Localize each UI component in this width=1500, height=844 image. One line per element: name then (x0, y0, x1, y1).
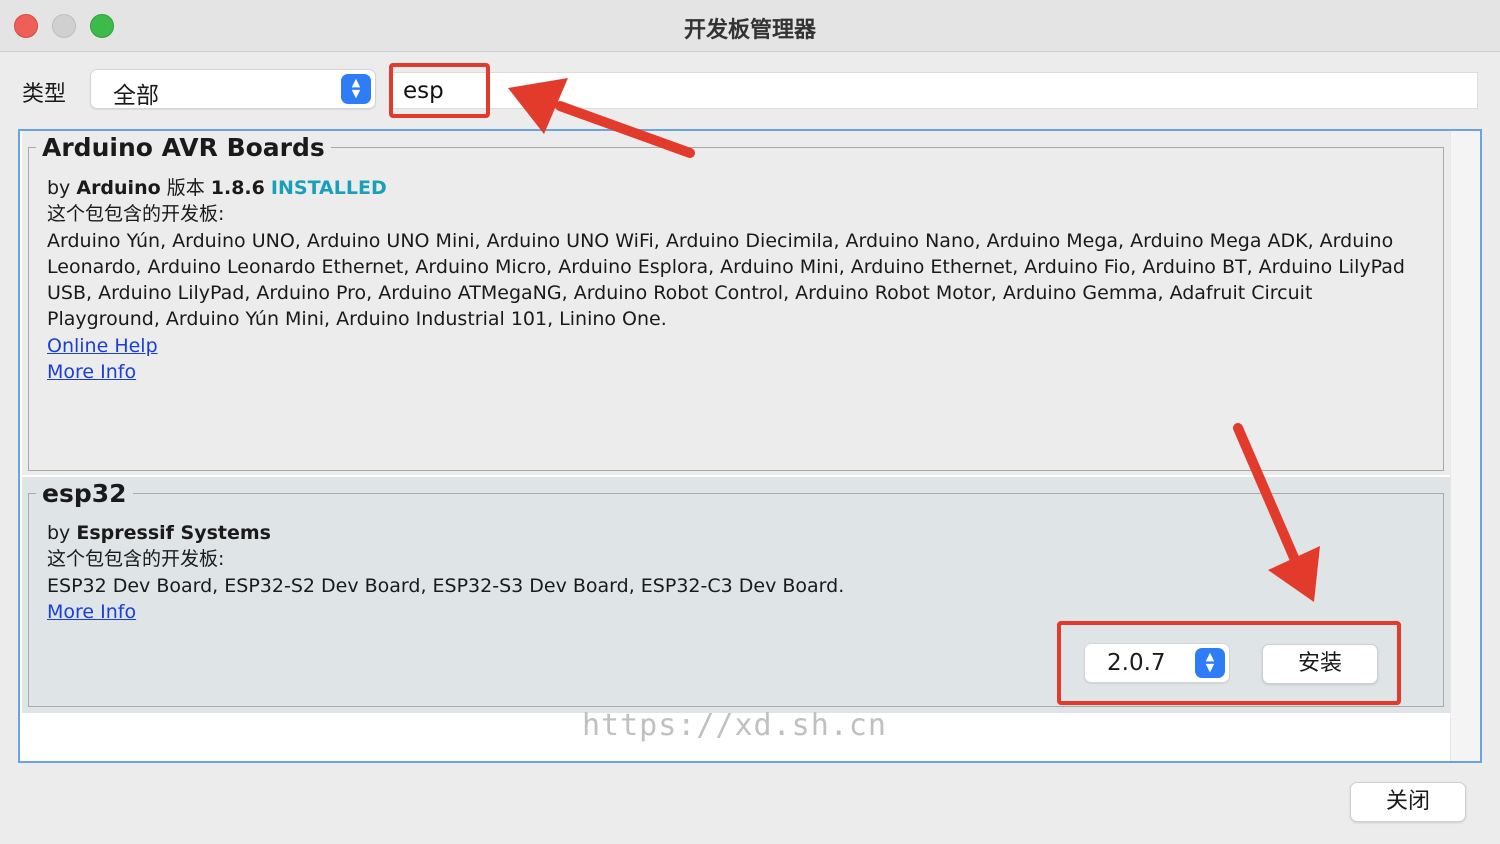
entry-version: 1.8.6 (210, 177, 265, 199)
type-select-value: 全部 (113, 83, 159, 109)
close-button[interactable]: 关闭 (1350, 782, 1466, 822)
watermark: https://xd.sh.cn (582, 708, 887, 743)
chevron-up-down-icon: ▲ ▼ (341, 74, 371, 104)
type-label: 类型 (22, 82, 67, 107)
entry-content-arduino-avr: by Arduino 版本 1.8.6 INSTALLED 这个包包含的开发板:… (47, 175, 1427, 385)
entry-title: Arduino AVR Boards (36, 131, 331, 165)
entry-content-esp32: by Espressif Systems 这个包包含的开发板: ESP32 De… (47, 520, 1427, 625)
boards-label: 这个包包含的开发板: (47, 203, 225, 226)
installed-badge: INSTALLED (270, 177, 387, 199)
search-highlight-box (389, 63, 490, 118)
by-prefix: by (47, 522, 71, 544)
install-highlight-box (1057, 621, 1401, 705)
online-help-link[interactable]: Online Help (47, 335, 158, 357)
more-info-link[interactable]: More Info (47, 361, 136, 383)
search-field[interactable] (392, 72, 1478, 109)
type-select[interactable]: 全部 ▲ ▼ (90, 69, 376, 109)
entry-author: Espressif Systems (76, 522, 271, 544)
by-prefix: by (47, 177, 71, 199)
window-title: 开发板管理器 (683, 18, 816, 43)
boards-list-text: Arduino Yún, Arduino UNO, Arduino UNO Mi… (47, 229, 1405, 331)
version-label: 版本 (166, 177, 205, 199)
boards-label: 这个包包含的开发板: (47, 548, 225, 571)
entry-author: Arduino (76, 177, 161, 199)
title-bar: 开发板管理器 (0, 0, 1500, 52)
boards-list-text: ESP32 Dev Board, ESP32-S2 Dev Board, ESP… (47, 574, 845, 597)
vertical-scrollbar[interactable] (1450, 131, 1480, 761)
more-info-link[interactable]: More Info (47, 601, 136, 623)
entry-title: esp32 (36, 477, 133, 511)
search-input[interactable] (403, 75, 1463, 107)
